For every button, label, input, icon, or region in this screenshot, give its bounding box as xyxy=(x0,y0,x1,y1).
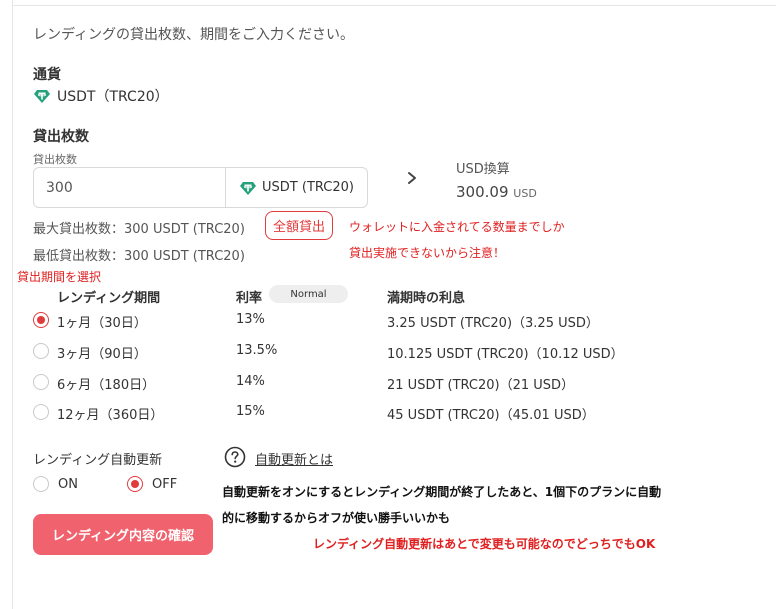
amount-field-label: 貸出枚数 xyxy=(33,153,77,166)
auto-renew-off-label: OFF xyxy=(152,476,178,492)
period-option-row[interactable]: 3ヶ月（90日） 13.5% 10.125 USDT (TRC20)（10.12… xyxy=(33,341,653,362)
amount-unit: USDT (TRC20) xyxy=(226,168,367,207)
header-rate: 利率 xyxy=(236,291,263,306)
auto-renew-on-label: ON xyxy=(58,476,78,492)
min-lending-amount: 最低貸出枚数：300 USDT (TRC20) xyxy=(33,249,245,264)
warning-annotation-line2: 貸出実施できないから注意！ xyxy=(349,246,506,260)
usd-conversion-label: USD換算 xyxy=(456,162,510,177)
interest-value: 21 USDT (TRC20)（21 USD） xyxy=(387,378,575,393)
period-option-row[interactable]: 1ヶ月（30日） 13% 3.25 USDT (TRC20)（3.25 USD） xyxy=(33,310,653,331)
top-divider xyxy=(12,5,776,6)
max-lending-amount: 最大貸出枚数：300 USDT (TRC20) xyxy=(33,222,245,237)
auto-renew-annotation-line2: 的に移動するからオフが使い勝手いいかも xyxy=(222,511,451,525)
amount-label: 貸出枚数 xyxy=(33,129,89,145)
full-amount-button[interactable]: 全額貸出 xyxy=(265,211,333,240)
period-radio[interactable] xyxy=(33,312,49,328)
amount-input[interactable] xyxy=(34,168,226,207)
currency-name: USDT（TRC20） xyxy=(57,89,169,105)
chevron-right-icon xyxy=(408,172,416,184)
auto-renew-on-radio[interactable] xyxy=(33,476,49,492)
period-label: 6ヶ月（180日） xyxy=(57,378,156,393)
rate-value: 14% xyxy=(236,374,265,389)
period-label: 3ヶ月（90日） xyxy=(57,347,147,362)
currency-value: USDT（TRC20） xyxy=(33,86,169,106)
currency-label: 通貨 xyxy=(33,67,61,83)
period-option-row[interactable]: 6ヶ月（180日） 14% 21 USDT (TRC20)（21 USD） xyxy=(33,372,653,393)
rate-value: 13.5% xyxy=(236,343,278,358)
auto-renew-label: レンディング自動更新 xyxy=(33,453,163,468)
question-circle-icon[interactable] xyxy=(224,446,246,468)
usd-unit: USD xyxy=(513,187,537,200)
usd-conversion-value: 300.09 USD xyxy=(456,183,537,201)
interest-value: 3.25 USDT (TRC20)（3.25 USD） xyxy=(387,316,599,331)
amount-field: USDT (TRC20) xyxy=(33,167,368,208)
rate-type-badge: Normal xyxy=(269,285,348,303)
auto-renew-on-option[interactable]: ON xyxy=(33,476,78,492)
auto-renew-off-radio[interactable] xyxy=(127,476,143,492)
auto-renew-help-link[interactable]: 自動更新とは xyxy=(255,449,333,468)
period-radio[interactable] xyxy=(33,374,49,390)
tether-icon xyxy=(34,90,50,103)
rate-value: 13% xyxy=(236,312,265,327)
auto-renew-off-option[interactable]: OFF xyxy=(127,476,177,492)
interest-value: 10.125 USDT (TRC20)（10.12 USD） xyxy=(387,347,624,362)
period-label: 1ヶ月（30日） xyxy=(57,316,147,331)
period-label: 12ヶ月（360日） xyxy=(57,408,164,423)
tether-icon xyxy=(240,181,257,195)
period-radio[interactable] xyxy=(33,404,49,420)
period-option-row[interactable]: 12ヶ月（360日） 15% 45 USDT (TRC20)（45.01 USD… xyxy=(33,402,653,423)
header-interest: 満期時の利息 xyxy=(387,291,466,306)
confirm-lending-button[interactable]: レンディング内容の確認 xyxy=(33,514,213,555)
auto-renew-annotation-line1: 自動更新をオンにするとレンディング期間が終了したあと、1個下のプランに自動 xyxy=(222,485,662,499)
period-annotation: 貸出期間を選択 xyxy=(17,270,102,284)
rate-value: 15% xyxy=(236,404,265,419)
period-radio[interactable] xyxy=(33,343,49,359)
amount-unit-label: USDT (TRC20) xyxy=(262,180,354,195)
auto-renew-annotation-line3: レンディング自動更新はあとで変更も可能なのでどっちでもOK xyxy=(313,537,656,551)
usd-amount: 300.09 xyxy=(456,183,509,201)
header-lending-period: レンディング期間 xyxy=(57,291,161,306)
interest-value: 45 USDT (TRC20)（45.01 USD） xyxy=(387,408,595,423)
intro-text: レンディングの貸出枚数、期間をご入力ください。 xyxy=(33,27,355,43)
warning-annotation-line1: ウォレットに入金されてる数量までしか xyxy=(349,220,565,234)
